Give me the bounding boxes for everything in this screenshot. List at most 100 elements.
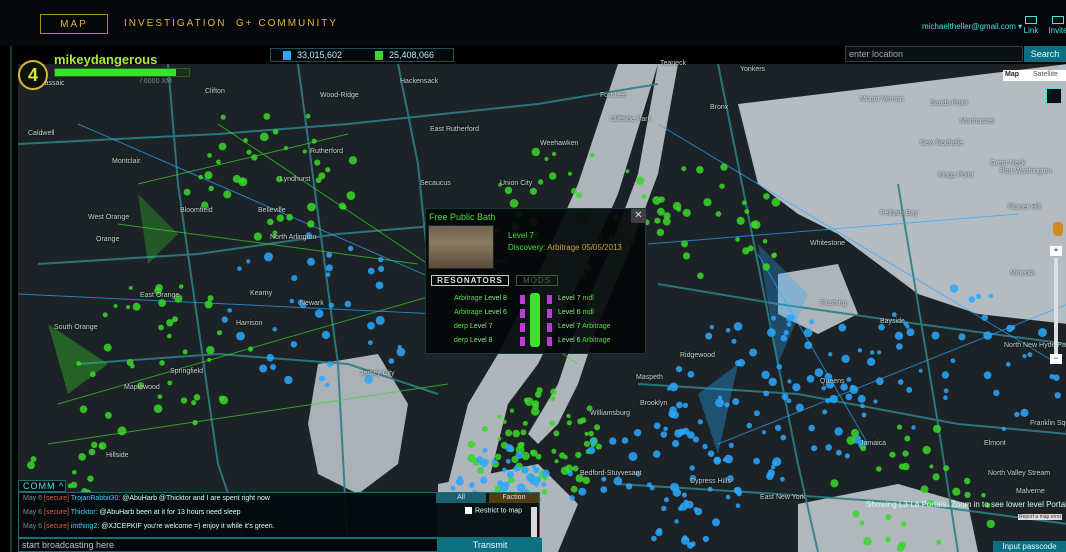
portal-marker[interactable]: [844, 453, 851, 459]
portal-marker[interactable]: [236, 331, 245, 341]
portal-marker[interactable]: [628, 452, 638, 461]
portal-marker[interactable]: [544, 157, 549, 161]
portal-marker[interactable]: [666, 386, 671, 391]
portal-marker[interactable]: [497, 436, 502, 441]
portal-marker[interactable]: [902, 462, 910, 471]
portal-marker[interactable]: [687, 431, 695, 439]
zoom-out-button[interactable]: −: [1050, 354, 1062, 364]
portal-marker[interactable]: [550, 388, 557, 396]
portal-marker[interactable]: [776, 364, 783, 370]
portal-marker[interactable]: [218, 142, 227, 151]
portal-marker[interactable]: [958, 333, 966, 341]
portal-marker[interactable]: [522, 420, 528, 426]
portal-marker[interactable]: [702, 443, 708, 450]
location-search-input[interactable]: [845, 46, 1023, 62]
portal-marker[interactable]: [901, 521, 907, 527]
portal-marker[interactable]: [896, 544, 905, 552]
portal-marker[interactable]: [861, 412, 867, 418]
portal-marker[interactable]: [920, 485, 929, 494]
portal-marker[interactable]: [494, 453, 502, 461]
portal-marker[interactable]: [153, 404, 163, 414]
portal-marker[interactable]: [207, 295, 214, 302]
zoom-track[interactable]: [1054, 258, 1058, 354]
portal-marker[interactable]: [207, 357, 212, 362]
portal-marker[interactable]: [735, 503, 741, 509]
portal-marker[interactable]: [328, 302, 334, 308]
portal-marker[interactable]: [535, 453, 542, 460]
portal-marker[interactable]: [246, 259, 251, 264]
portal-marker[interactable]: [702, 535, 710, 543]
portal-marker[interactable]: [567, 471, 573, 477]
portal-marker[interactable]: [509, 199, 519, 208]
portal-marker[interactable]: [251, 154, 258, 161]
portal-marker[interactable]: [697, 419, 703, 425]
portal-marker[interactable]: [536, 387, 543, 394]
portal-marker[interactable]: [567, 171, 573, 176]
portal-marker[interactable]: [677, 506, 683, 511]
zoom-slider[interactable]: + −: [1050, 246, 1062, 364]
portal-marker[interactable]: [216, 159, 221, 165]
portal-marker[interactable]: [651, 535, 657, 542]
portal-marker[interactable]: [587, 446, 596, 455]
portal-marker[interactable]: [283, 146, 288, 151]
portal-marker[interactable]: [822, 409, 828, 415]
portal-marker[interactable]: [986, 519, 995, 529]
portal-marker[interactable]: [885, 514, 892, 521]
portal-marker[interactable]: [963, 477, 971, 485]
portal-marker[interactable]: [505, 429, 513, 437]
portal-marker[interactable]: [922, 445, 931, 455]
portal-marker[interactable]: [183, 188, 191, 196]
portal-marker[interactable]: [897, 379, 904, 385]
portal-marker[interactable]: [834, 427, 843, 436]
portal-marker[interactable]: [264, 252, 273, 262]
portal-marker[interactable]: [993, 389, 1000, 397]
portal-marker[interactable]: [761, 430, 766, 435]
portal-marker[interactable]: [232, 174, 241, 183]
portal-marker[interactable]: [126, 305, 131, 310]
tab-map[interactable]: MAP: [40, 14, 108, 34]
portal-marker[interactable]: [103, 343, 112, 352]
portal-marker[interactable]: [675, 365, 683, 373]
portal-marker[interactable]: [860, 403, 865, 409]
portal-marker[interactable]: [307, 220, 315, 228]
portal-marker[interactable]: [307, 257, 315, 266]
portal-marker[interactable]: [841, 354, 850, 363]
portal-marker[interactable]: [713, 456, 721, 464]
portal-marker[interactable]: [681, 240, 689, 248]
portal-marker[interactable]: [192, 419, 198, 426]
portal-marker[interactable]: [795, 403, 804, 412]
portal-marker[interactable]: [570, 188, 578, 195]
portal-marker[interactable]: [27, 461, 35, 470]
tab-investigation[interactable]: INVESTIGATION: [124, 14, 225, 34]
portal-marker[interactable]: [829, 394, 838, 404]
portal-marker[interactable]: [259, 132, 269, 142]
portal-marker[interactable]: [117, 426, 127, 436]
portal-marker[interactable]: [572, 465, 579, 472]
portal-marker[interactable]: [30, 456, 37, 463]
portal-marker[interactable]: [780, 476, 785, 482]
portal-marker[interactable]: [660, 431, 668, 438]
portal-marker[interactable]: [674, 429, 683, 438]
portal-marker[interactable]: [601, 476, 607, 482]
portal-marker[interactable]: [744, 209, 750, 214]
portal-marker[interactable]: [223, 190, 232, 199]
portal-marker[interactable]: [981, 314, 988, 321]
close-icon[interactable]: ✕: [631, 209, 646, 223]
portal-marker[interactable]: [654, 217, 661, 224]
portal-marker[interactable]: [902, 450, 909, 457]
portal-marker[interactable]: [821, 385, 827, 391]
portal-marker[interactable]: [906, 328, 915, 337]
portal-marker[interactable]: [885, 536, 891, 543]
portal-marker[interactable]: [771, 197, 781, 207]
portal-marker[interactable]: [662, 217, 671, 226]
portal-marker[interactable]: [78, 453, 86, 461]
portal-marker[interactable]: [216, 330, 223, 336]
portal-marker[interactable]: [130, 363, 135, 369]
portal-marker[interactable]: [681, 492, 687, 498]
portal-marker[interactable]: [248, 346, 254, 352]
portal-marker[interactable]: [551, 448, 557, 454]
portal-marker[interactable]: [550, 395, 556, 402]
portal-marker[interactable]: [609, 437, 617, 445]
portal-marker[interactable]: [524, 397, 534, 406]
portal-marker[interactable]: [158, 324, 164, 331]
